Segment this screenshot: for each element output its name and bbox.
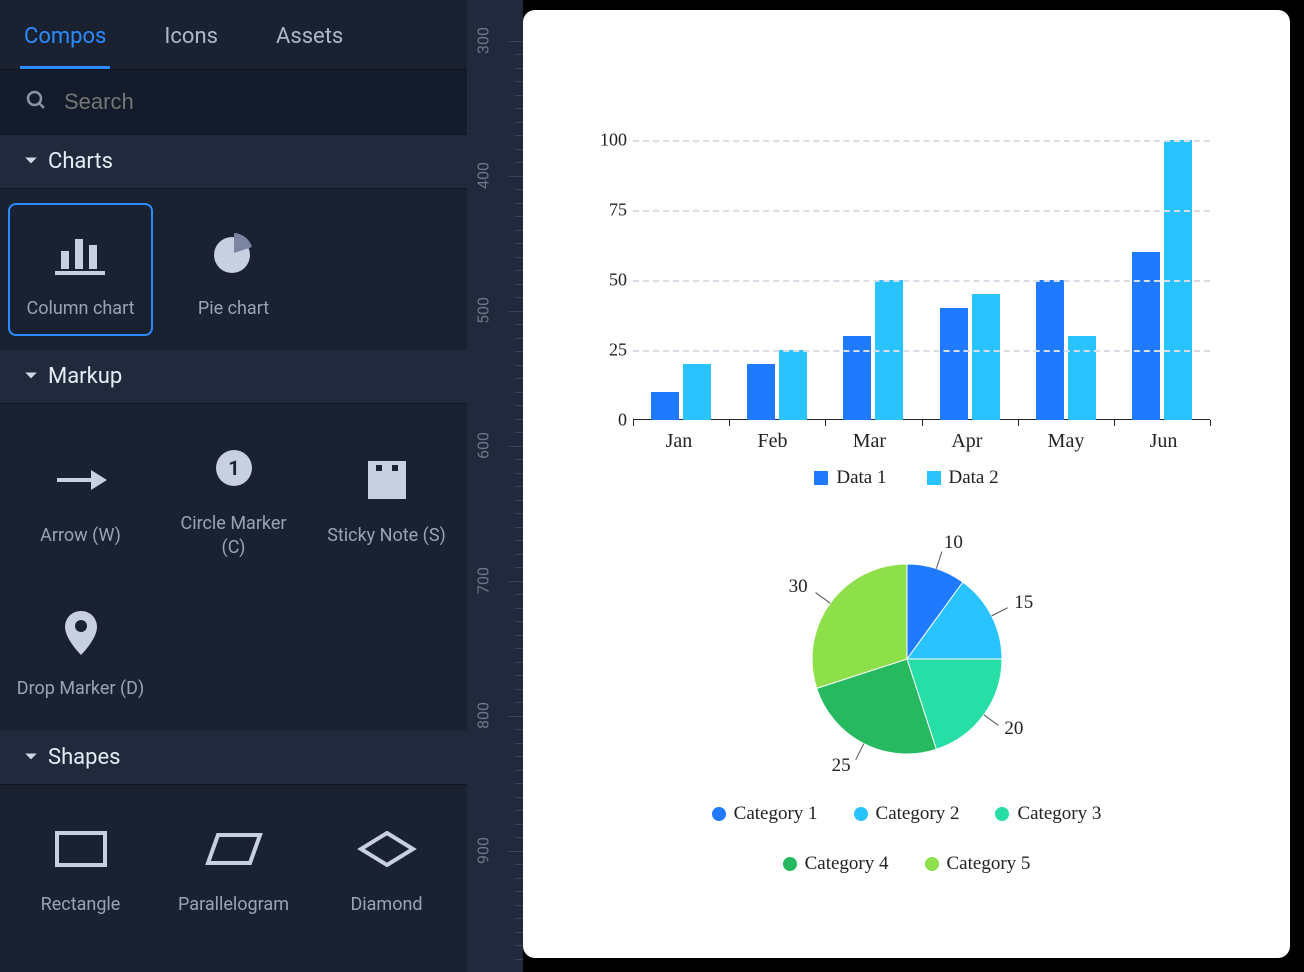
pie-slice-label: 20 (1004, 718, 1023, 740)
item-rectangle[interactable]: Rectangle (8, 799, 153, 932)
x-label: Jun (1150, 430, 1178, 453)
item-label: Pie chart (198, 297, 269, 320)
item-label: Parallelogram (178, 893, 289, 916)
charts-grid: Column chart Pie chart (0, 189, 467, 350)
sticky-note-icon (366, 450, 408, 510)
ruler-label: 500 (474, 290, 493, 330)
x-label: Feb (758, 430, 788, 453)
pie-slice-label: 25 (832, 755, 851, 777)
legend-item: Category 4 (783, 853, 889, 875)
item-circle-marker[interactable]: 1 Circle Marker (C) (161, 418, 306, 575)
circle-marker-icon: 1 (214, 438, 254, 498)
chevron-down-icon (24, 149, 38, 174)
x-label: Apr (951, 430, 982, 453)
item-label: Sticky Note (S) (327, 524, 446, 547)
tabs: Compos Icons Assets (0, 0, 467, 70)
bar (779, 350, 807, 420)
item-arrow[interactable]: Arrow (W) (8, 418, 153, 575)
chevron-down-icon (24, 364, 38, 389)
x-label: Jan (666, 430, 693, 453)
pie-slice-label: 10 (944, 532, 963, 554)
item-sticky-note[interactable]: Sticky Note (S) (314, 418, 459, 575)
item-label: Rectangle (41, 893, 121, 916)
legend-item: Category 2 (854, 803, 960, 825)
pie-chart: 1015202530 Category 1Category 2Category … (573, 539, 1240, 875)
bar (972, 294, 1000, 420)
bar (747, 364, 775, 420)
canvas[interactable]: 0255075100 JanFebMarAprMayJun Data 1Data… (523, 10, 1290, 958)
pie-slice-label: 15 (1014, 592, 1033, 614)
x-label: Mar (853, 430, 886, 453)
item-label: Diamond (350, 893, 422, 916)
section-header-markup[interactable]: Markup (0, 350, 467, 404)
y-tick: 25 (609, 340, 627, 361)
item-pie-chart[interactable]: Pie chart (161, 203, 306, 336)
y-tick: 75 (609, 200, 627, 221)
bar (940, 308, 968, 420)
item-diamond[interactable]: Diamond (314, 799, 459, 932)
section-header-charts[interactable]: Charts (0, 135, 467, 189)
tab-assets[interactable]: Assets (272, 4, 347, 65)
item-label: Drop Marker (D) (17, 677, 144, 700)
bar (683, 364, 711, 420)
legend-item: Data 2 (927, 467, 999, 489)
arrow-icon (53, 450, 109, 510)
rectangle-icon (53, 819, 109, 879)
diamond-icon (357, 819, 417, 879)
search-input[interactable] (64, 89, 443, 115)
y-tick: 100 (600, 130, 627, 151)
y-tick: 50 (609, 270, 627, 291)
section-title: Charts (48, 149, 113, 174)
pie-svg (727, 539, 1087, 779)
column-chart-icon (53, 223, 109, 283)
legend-item: Category 3 (995, 803, 1101, 825)
search-icon (24, 88, 48, 116)
pie-legend: Category 1 Category 2 Category 3 Category 4… (677, 803, 1137, 875)
section-title: Shapes (48, 745, 121, 770)
ruler-label: 900 (474, 830, 493, 870)
legend-item: Category 1 (712, 803, 818, 825)
item-label: Circle Marker (C) (169, 512, 298, 559)
chevron-down-icon (24, 745, 38, 770)
ruler-label: 600 (474, 425, 493, 465)
svg-text:1: 1 (228, 456, 239, 480)
search-bar[interactable] (0, 70, 467, 135)
item-parallelogram[interactable]: Parallelogram (161, 799, 306, 932)
vertical-ruler: 300 400 500 600 700 800 900 (467, 0, 523, 972)
section-header-shapes[interactable]: Shapes (0, 731, 467, 785)
tab-icons[interactable]: Icons (160, 4, 222, 65)
bar (843, 336, 871, 420)
ruler-label: 400 (474, 155, 493, 195)
item-column-chart[interactable]: Column chart (8, 203, 153, 336)
drop-marker-icon (63, 603, 99, 663)
parallelogram-icon (204, 819, 264, 879)
sidebar: Compos Icons Assets Charts (0, 0, 467, 972)
x-label: May (1048, 430, 1085, 453)
pie-slice-label: 30 (789, 576, 808, 598)
markup-grid: Arrow (W) 1 Circle Marker (C) Sticky Not… (0, 404, 467, 730)
item-label: Column chart (26, 297, 134, 320)
bar (1068, 336, 1096, 420)
column-chart: 0255075100 JanFebMarAprMayJun Data 1Data… (573, 140, 1240, 489)
legend-item: Data 1 (814, 467, 886, 489)
ruler-label: 800 (474, 695, 493, 735)
ruler-label: 700 (474, 560, 493, 600)
item-drop-marker[interactable]: Drop Marker (D) (8, 583, 153, 716)
tab-compos[interactable]: Compos (20, 4, 110, 65)
bar (651, 392, 679, 420)
pie-chart-icon (210, 223, 258, 283)
y-tick: 0 (618, 410, 627, 431)
ruler-label: 300 (474, 20, 493, 60)
section-title: Markup (48, 364, 122, 389)
bar-legend: Data 1 Data 2 (573, 467, 1240, 489)
legend-item: Category 5 (925, 853, 1031, 875)
bar (1132, 252, 1160, 420)
item-label: Arrow (W) (40, 524, 121, 547)
shapes-grid: Rectangle Parallelogram Diamond (0, 785, 467, 946)
